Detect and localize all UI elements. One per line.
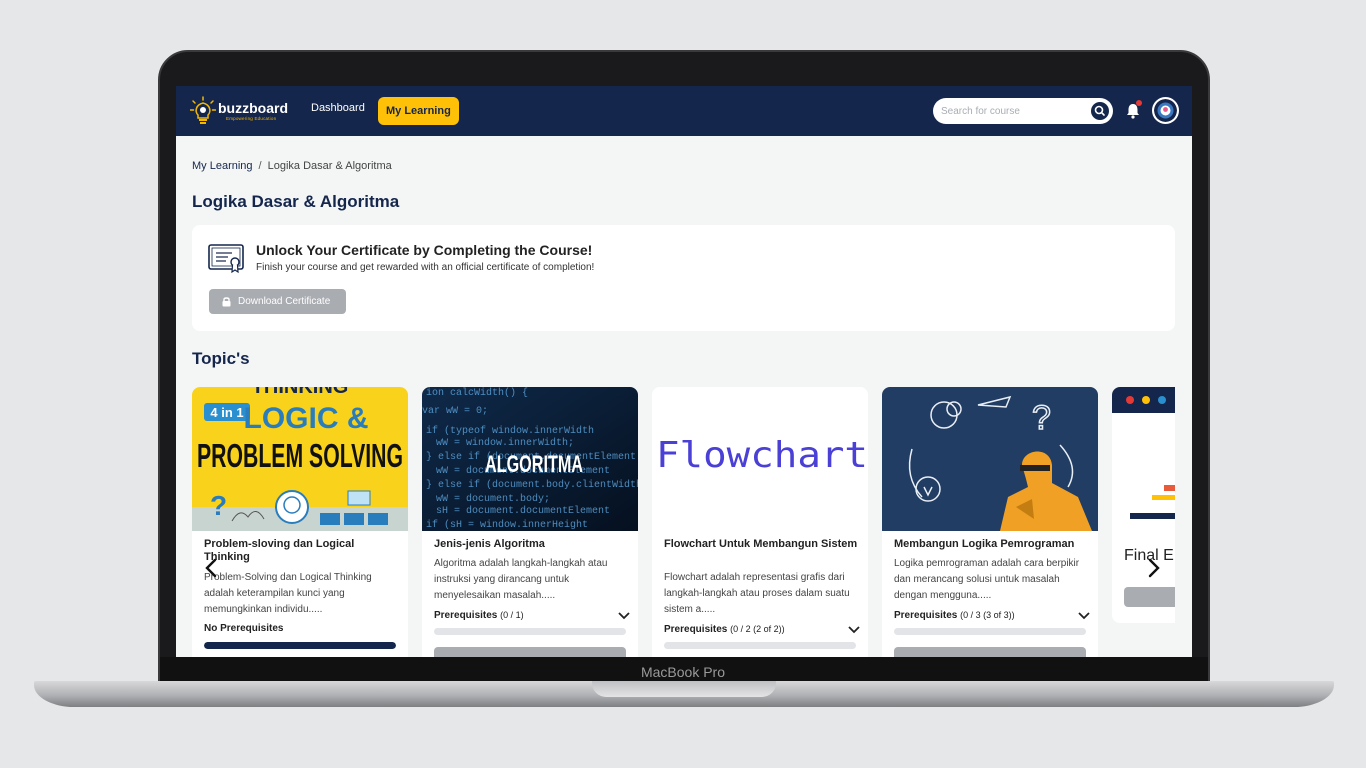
search-input[interactable] (941, 103, 1081, 119)
progress-bar (894, 628, 1086, 635)
svg-text:if (typeof window.innerWidth: if (typeof window.innerWidth (426, 425, 594, 437)
topic-card-description: Problem-Solving dan Logical Thinking ada… (204, 572, 372, 615)
svg-text:if (sH = window.innerHeight: if (sH = window.innerHeight (426, 519, 588, 531)
device-label: MacBook Pro (640, 664, 726, 680)
certificate-title: Unlock Your Certificate by Completing th… (256, 242, 593, 258)
screen: buzzboard Empowering Education Dashboard… (176, 86, 1192, 657)
topic-card-image: Flowchart (652, 387, 868, 531)
algoritma-code-image: ion calcWidth() { var wW = 0; if (typeof… (422, 387, 638, 531)
topic-card-image: ion calcWidth() { var wW = 0; if (typeof… (422, 387, 638, 531)
flowchart-image: Flowchart (652, 387, 868, 531)
topic-card-image: THINKING 4 in 1 LOGIC & PROBLEM SOLVING … (192, 387, 408, 531)
card-image-text: THINKING (252, 387, 349, 398)
notification-badge (1136, 100, 1142, 106)
certificate-card: Unlock Your Certificate by Completing th… (192, 225, 1175, 331)
svg-text:?: ? (210, 490, 227, 521)
avatar-image (1154, 99, 1177, 122)
topic-card[interactable]: ion calcWidth() { var wW = 0; if (typeof… (422, 387, 638, 657)
brand-logo[interactable]: buzzboard Empowering Education (190, 96, 290, 126)
lock-icon (222, 297, 231, 307)
topic-card-title: Jenis-jenis Algoritma (434, 538, 545, 550)
topic-card-title: Flowchart Untuk Membangun Sistem (664, 538, 858, 550)
card-image-text: PROBLEM SOLVING (197, 437, 403, 474)
topics-title: Topic's (192, 349, 250, 368)
start-button[interactable] (434, 647, 626, 657)
search-icon (1094, 105, 1105, 116)
certificate-icon (208, 244, 244, 274)
topics-carousel: THINKING 4 in 1 LOGIC & PROBLEM SOLVING … (192, 387, 1175, 657)
logic-thinking-illustration: ? (882, 387, 1098, 531)
svg-text:var wW = 0;: var wW = 0; (422, 406, 488, 417)
card-image-badge: 4 in 1 (210, 405, 243, 420)
progress-bar (664, 642, 856, 649)
prerequisites-label: No Prerequisites (204, 623, 284, 634)
prerequisites-toggle[interactable]: Prerequisites (0 / 2 (2 of 2)) (664, 624, 860, 635)
progress-bar (204, 642, 396, 649)
svg-text:wW = document.body;: wW = document.body; (436, 493, 550, 505)
download-certificate-label: Download Certificate (238, 296, 331, 307)
topic-card-description: Algoritma adalah langkah-langkah atau in… (434, 558, 608, 601)
chevron-left-icon[interactable] (204, 558, 218, 578)
prerequisites-label: Prerequisites (894, 610, 958, 621)
svg-text:wW = window.innerWidth;: wW = window.innerWidth; (436, 437, 574, 449)
brand-name: buzzboard (218, 100, 288, 116)
search-button[interactable] (1091, 102, 1109, 120)
topic-card-description: Logika pemrograman adalah cara berpikir … (894, 558, 1080, 601)
prerequisites-count: (0 / 1) (500, 610, 524, 620)
breadcrumb-my-learning[interactable]: My Learning (192, 160, 253, 172)
svg-text:sH = document.documentElement: sH = document.documentElement (436, 505, 610, 517)
card-image-text: LOGIC & (244, 402, 369, 435)
chevron-down-icon (848, 626, 860, 634)
top-navbar: buzzboard Empowering Education Dashboard… (176, 86, 1192, 136)
prerequisites-count: (0 / 3 (3 of 3)) (960, 610, 1015, 620)
laptop-notch (592, 681, 776, 697)
chevron-down-icon (618, 612, 630, 620)
topic-card-title: Problem-sloving dan Logical Thinking (204, 538, 355, 563)
prerequisites-label: Prerequisites (434, 610, 498, 621)
progress-fill (204, 642, 396, 649)
chevron-right-icon[interactable] (1147, 558, 1161, 578)
card-image-text: Flowchart (656, 435, 868, 476)
svg-text:} else if (document.body.clien: } else if (document.body.clientWidth (426, 479, 638, 491)
breadcrumb: My Learning / Logika Dasar & Algoritma (192, 160, 392, 172)
svg-text:ion calcWidth() {: ion calcWidth() { (426, 387, 528, 399)
final-exam-image (1112, 387, 1175, 531)
topic-card[interactable]: Final E (1112, 387, 1175, 623)
breadcrumb-current: Logika Dasar & Algoritma (267, 160, 392, 172)
topic-card-title: Membangun Logika Pemrograman (894, 538, 1075, 550)
brand-tagline: Empowering Education (226, 116, 277, 121)
problem-solving-illustration: THINKING 4 in 1 LOGIC & PROBLEM SOLVING … (192, 387, 408, 531)
topic-card[interactable]: ? Membangun Logika Pemrograman Logika pe… (882, 387, 1098, 657)
start-button[interactable] (894, 647, 1086, 657)
breadcrumb-separator: / (258, 160, 262, 172)
prerequisites-toggle[interactable]: Prerequisites (0 / 3 (3 of 3)) (894, 610, 1090, 621)
prerequisites-toggle[interactable]: Prerequisites (0 / 1) (434, 610, 630, 621)
start-button[interactable] (1124, 587, 1175, 607)
search-bar (933, 98, 1113, 124)
topic-card-image: ? (882, 387, 1098, 531)
card-image-text: ALGORITMA (485, 451, 583, 478)
topic-card-image (1112, 387, 1175, 531)
topic-card[interactable]: THINKING 4 in 1 LOGIC & PROBLEM SOLVING … (192, 387, 408, 657)
nav-dashboard[interactable]: Dashboard (311, 102, 365, 114)
avatar[interactable] (1152, 97, 1179, 124)
prerequisites-count: (0 / 2 (2 of 2)) (730, 624, 785, 634)
download-certificate-button[interactable]: Download Certificate (209, 289, 346, 314)
svg-text:?: ? (1032, 399, 1051, 437)
nav-my-learning[interactable]: My Learning (378, 97, 459, 125)
page-title: Logika Dasar & Algoritma (192, 192, 400, 211)
topic-card[interactable]: Flowchart Flowchart Untuk Membangun Sist… (652, 387, 868, 657)
certificate-subtitle: Finish your course and get rewarded with… (256, 262, 595, 273)
progress-bar (434, 628, 626, 635)
topic-card-description: Flowchart adalah representasi grafis dar… (664, 572, 850, 615)
lightbulb-icon (190, 96, 216, 124)
chevron-down-icon (1078, 612, 1090, 620)
prerequisites-label: Prerequisites (664, 624, 728, 635)
